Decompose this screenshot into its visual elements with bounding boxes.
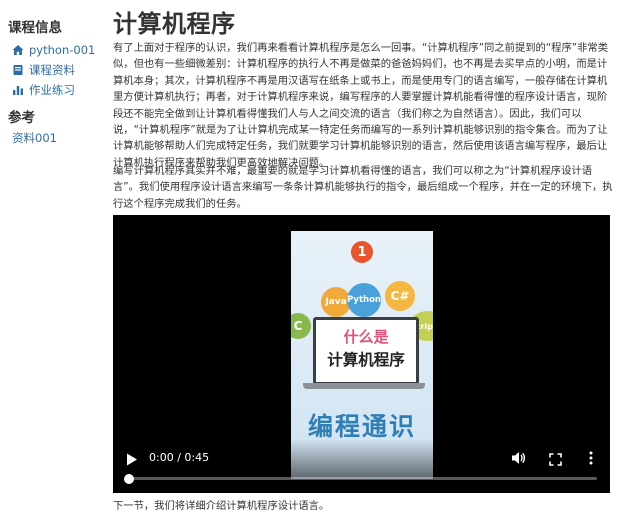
sidebar-item-label: 作业练习 (29, 83, 75, 97)
thumbnail-line2: 计算机程序 (327, 351, 405, 369)
laptop-illustration: 什么是 计算机程序 (313, 317, 419, 385)
csharp-bubble: C# (385, 281, 415, 311)
sidebar-item-label: 资料001 (12, 131, 57, 145)
book-icon (12, 64, 24, 76)
next-section-text: 下一节，我们将详细介绍计算机程序设计语言。 (113, 500, 330, 512)
thumbnail-fade (291, 439, 433, 479)
sidebar-item-label: python-001 (29, 43, 96, 57)
reference-heading: 参考 (8, 110, 35, 126)
sidebar-item-label: 课程资料 (29, 63, 75, 77)
video-thumbnail: 1 Java Python C# C script 什么是 计算机程序 编程通识 (291, 231, 433, 479)
home-icon (12, 44, 24, 56)
more-vert-icon[interactable] (589, 450, 593, 469)
thumbnail-caption: 编程通识 (307, 412, 416, 441)
video-time-display: 0:00 / 0:45 (149, 451, 210, 464)
paragraph-language: 编写计算机程序其实并不难，最重要的就是学习计算机看得懂的语言，我们可以称之为“计… (113, 165, 613, 210)
sidebar-item-python-001[interactable]: python-001 (12, 42, 95, 58)
sidebar-item-reference-001[interactable]: 资料001 (12, 130, 57, 146)
video-player[interactable]: 1 Java Python C# C script 什么是 计算机程序 编程通识… (113, 215, 610, 493)
play-icon[interactable] (126, 451, 138, 470)
fullscreen-icon[interactable] (549, 451, 562, 470)
episode-number-badge: 1 (351, 241, 373, 263)
sidebar-item-homework[interactable]: 作业练习 (12, 82, 75, 98)
paragraph-intro: 有了上面对于程序的认识，我们再来看看计算机程序是怎么一回事。“计算机程序”同之前… (113, 42, 608, 169)
progress-knob[interactable] (124, 473, 134, 484)
laptop-base (303, 383, 425, 389)
thumbnail-line1: 什么是 (343, 328, 389, 346)
page-title: 计算机程序 (113, 10, 236, 38)
course-info-heading: 课程信息 (8, 20, 62, 36)
bar-chart-icon (12, 84, 24, 96)
sidebar-item-course-materials[interactable]: 课程资料 (12, 62, 75, 78)
python-bubble: Python (347, 283, 381, 317)
video-progress-bar[interactable] (124, 473, 597, 484)
sidebar: 课程信息 python-001 课程资料 作业练习 参考 资料001 (0, 0, 104, 521)
c-bubble: C (291, 313, 311, 339)
volume-icon[interactable] (511, 450, 526, 469)
